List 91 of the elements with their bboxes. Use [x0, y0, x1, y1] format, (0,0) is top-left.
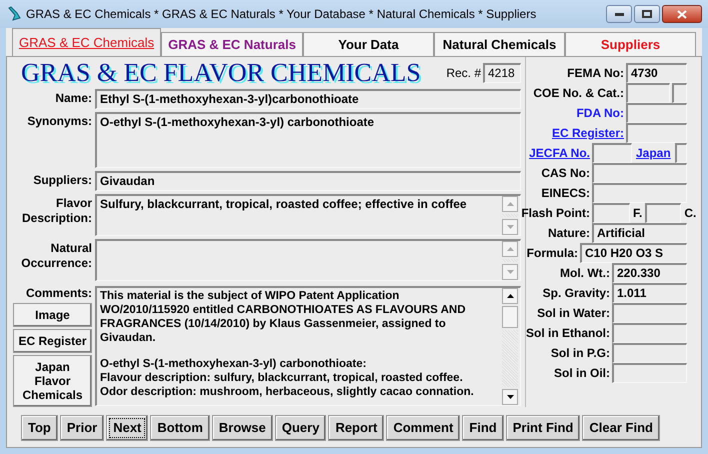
- up-arrow-icon: [506, 294, 514, 298]
- nav-button[interactable]: Query: [274, 415, 326, 441]
- field-label: Sp. Gravity:: [542, 285, 610, 302]
- text-field[interactable]: 1.011: [612, 283, 687, 303]
- field-label: Sol in Oil:: [554, 365, 610, 382]
- minimize-icon: [614, 12, 624, 16]
- up-arrow-icon: [506, 247, 514, 251]
- nav-button[interactable]: Print Find: [506, 415, 580, 441]
- field-label: Synonyms:: [27, 114, 92, 128]
- text-field[interactable]: 220.330: [612, 263, 687, 283]
- close-button[interactable]: [662, 5, 702, 23]
- comment-text: This material is the subject of WIPO Patent Application WO/2010/115920 entitled CARBONOTHIOATES AS FLAVOURS AND FRAGRANCES (10/14/2010) by Klaus Gassenmeier, assigned to Givaudan.: [100, 289, 467, 345]
- nav-button[interactable]: Browse: [212, 415, 273, 441]
- tab[interactable]: GRAS & EC Chemicals: [12, 28, 162, 56]
- minimize-button[interactable]: [606, 5, 632, 23]
- field-label: Sol in Water:: [537, 305, 610, 322]
- nav-button[interactable]: Prior: [60, 415, 104, 441]
- text-field[interactable]: [626, 83, 670, 103]
- side-button[interactable]: Image: [13, 303, 92, 327]
- field-label: Flavor Description:: [22, 196, 92, 225]
- text-field[interactable]: Ethyl S-(1-methoxyhexan-3-yl)carbonothioate: [95, 89, 521, 109]
- text-field[interactable]: [612, 303, 687, 323]
- field-label: COE No. & Cat.:: [533, 85, 624, 102]
- maximize-icon: [642, 10, 652, 18]
- field-label: Mol. Wt.:: [560, 265, 610, 282]
- nav-button[interactable]: Find: [462, 415, 504, 441]
- nav-button[interactable]: Top: [21, 415, 58, 441]
- text-field[interactable]: [626, 123, 687, 143]
- side-button[interactable]: EC Register: [13, 329, 92, 353]
- nav-button[interactable]: Clear Find: [582, 415, 660, 441]
- unit-label: F.: [633, 205, 642, 222]
- page-heading: GRAS & EC FLAVOR CHEMICALS: [21, 60, 421, 86]
- tab[interactable]: Your Data: [302, 32, 434, 56]
- link[interactable]: FDA No:: [576, 104, 624, 122]
- field-label: Formula:: [526, 245, 578, 262]
- field-label: Suppliers:: [33, 173, 92, 187]
- tab[interactable]: Natural Chemicals: [434, 32, 565, 56]
- side-button[interactable]: Japan Flavor Chemicals: [13, 355, 92, 407]
- field-label: CAS No:: [541, 165, 590, 182]
- text-area[interactable]: O-ethyl S-(1-methoxyhexan-3-yl) carbonothioate: [95, 112, 521, 168]
- text-field[interactable]: [592, 163, 687, 183]
- comment-text: O-ethyl S-(1-methoxyhexan-3-yl) carbonothioate: Flavour description: sulfury, blackcurrant, tropical, roasted coffee. Odor description: mushroom, herbaceous, slightly cacao connation.: [100, 357, 475, 399]
- link[interactable]: Japan: [636, 144, 671, 162]
- text-field[interactable]: 4730: [626, 63, 687, 83]
- record-label: Rec. #: [446, 65, 481, 82]
- maximize-button[interactable]: [634, 5, 660, 23]
- scrollbar[interactable]: [502, 196, 518, 235]
- text-field[interactable]: [626, 103, 687, 123]
- text-field[interactable]: [612, 343, 687, 363]
- text-field[interactable]: [592, 203, 630, 223]
- up-arrow-icon: [506, 202, 514, 206]
- nav-button[interactable]: Next: [106, 415, 148, 441]
- text-area[interactable]: [95, 239, 521, 281]
- down-arrow-icon: [506, 395, 514, 399]
- tab[interactable]: GRAS & EC Naturals: [161, 32, 303, 56]
- text-field[interactable]: Artificial: [592, 223, 687, 243]
- nav-button[interactable]: Bottom: [150, 415, 210, 441]
- tab[interactable]: Suppliers: [565, 32, 696, 56]
- text-field[interactable]: Givaudan: [95, 171, 521, 191]
- text-field[interactable]: [674, 143, 687, 163]
- field-label: Name:: [55, 91, 92, 105]
- text-field[interactable]: C10 H20 O3 S: [580, 243, 687, 263]
- window-title: GRAS & EC Chemicals * GRAS & EC Naturals * Your Database * Natural Chemicals * Suppliers: [26, 6, 536, 23]
- comments-area[interactable]: [95, 286, 521, 406]
- field-label: Flash Point:: [521, 205, 590, 222]
- scrollbar[interactable]: [502, 241, 518, 280]
- link[interactable]: EC Register:: [552, 124, 624, 142]
- field-label: Sol in Ethanol:: [526, 325, 610, 342]
- field-label: Natural Occurrence:: [21, 241, 92, 270]
- scroll-thumb[interactable]: [502, 306, 518, 328]
- text-field[interactable]: [612, 323, 687, 343]
- text-field[interactable]: [592, 183, 687, 203]
- text-field[interactable]: [645, 203, 682, 223]
- field-label: Comments:: [24, 286, 92, 301]
- down-arrow-icon: [506, 225, 514, 229]
- field-label: EINECS:: [541, 185, 590, 202]
- text-field[interactable]: [612, 363, 687, 383]
- field-label: Sol in P.G:: [550, 345, 610, 362]
- nav-button[interactable]: Report: [328, 415, 384, 441]
- down-arrow-icon: [506, 270, 514, 274]
- nav-button[interactable]: Comment: [386, 415, 460, 441]
- close-icon: [677, 10, 687, 18]
- field-label: FEMA No:: [567, 65, 624, 82]
- field-label: Nature:: [548, 225, 590, 242]
- scrollbar[interactable]: [502, 288, 518, 405]
- text-area[interactable]: Sulfury, blackcurrant, tropical, roasted coffee; effective in coffee: [95, 194, 521, 236]
- text-field[interactable]: [592, 143, 632, 163]
- text-field[interactable]: [672, 83, 687, 103]
- record-field[interactable]: 4218: [483, 63, 521, 83]
- link[interactable]: JECFA No.: [529, 144, 590, 162]
- unit-label: C.: [684, 205, 696, 222]
